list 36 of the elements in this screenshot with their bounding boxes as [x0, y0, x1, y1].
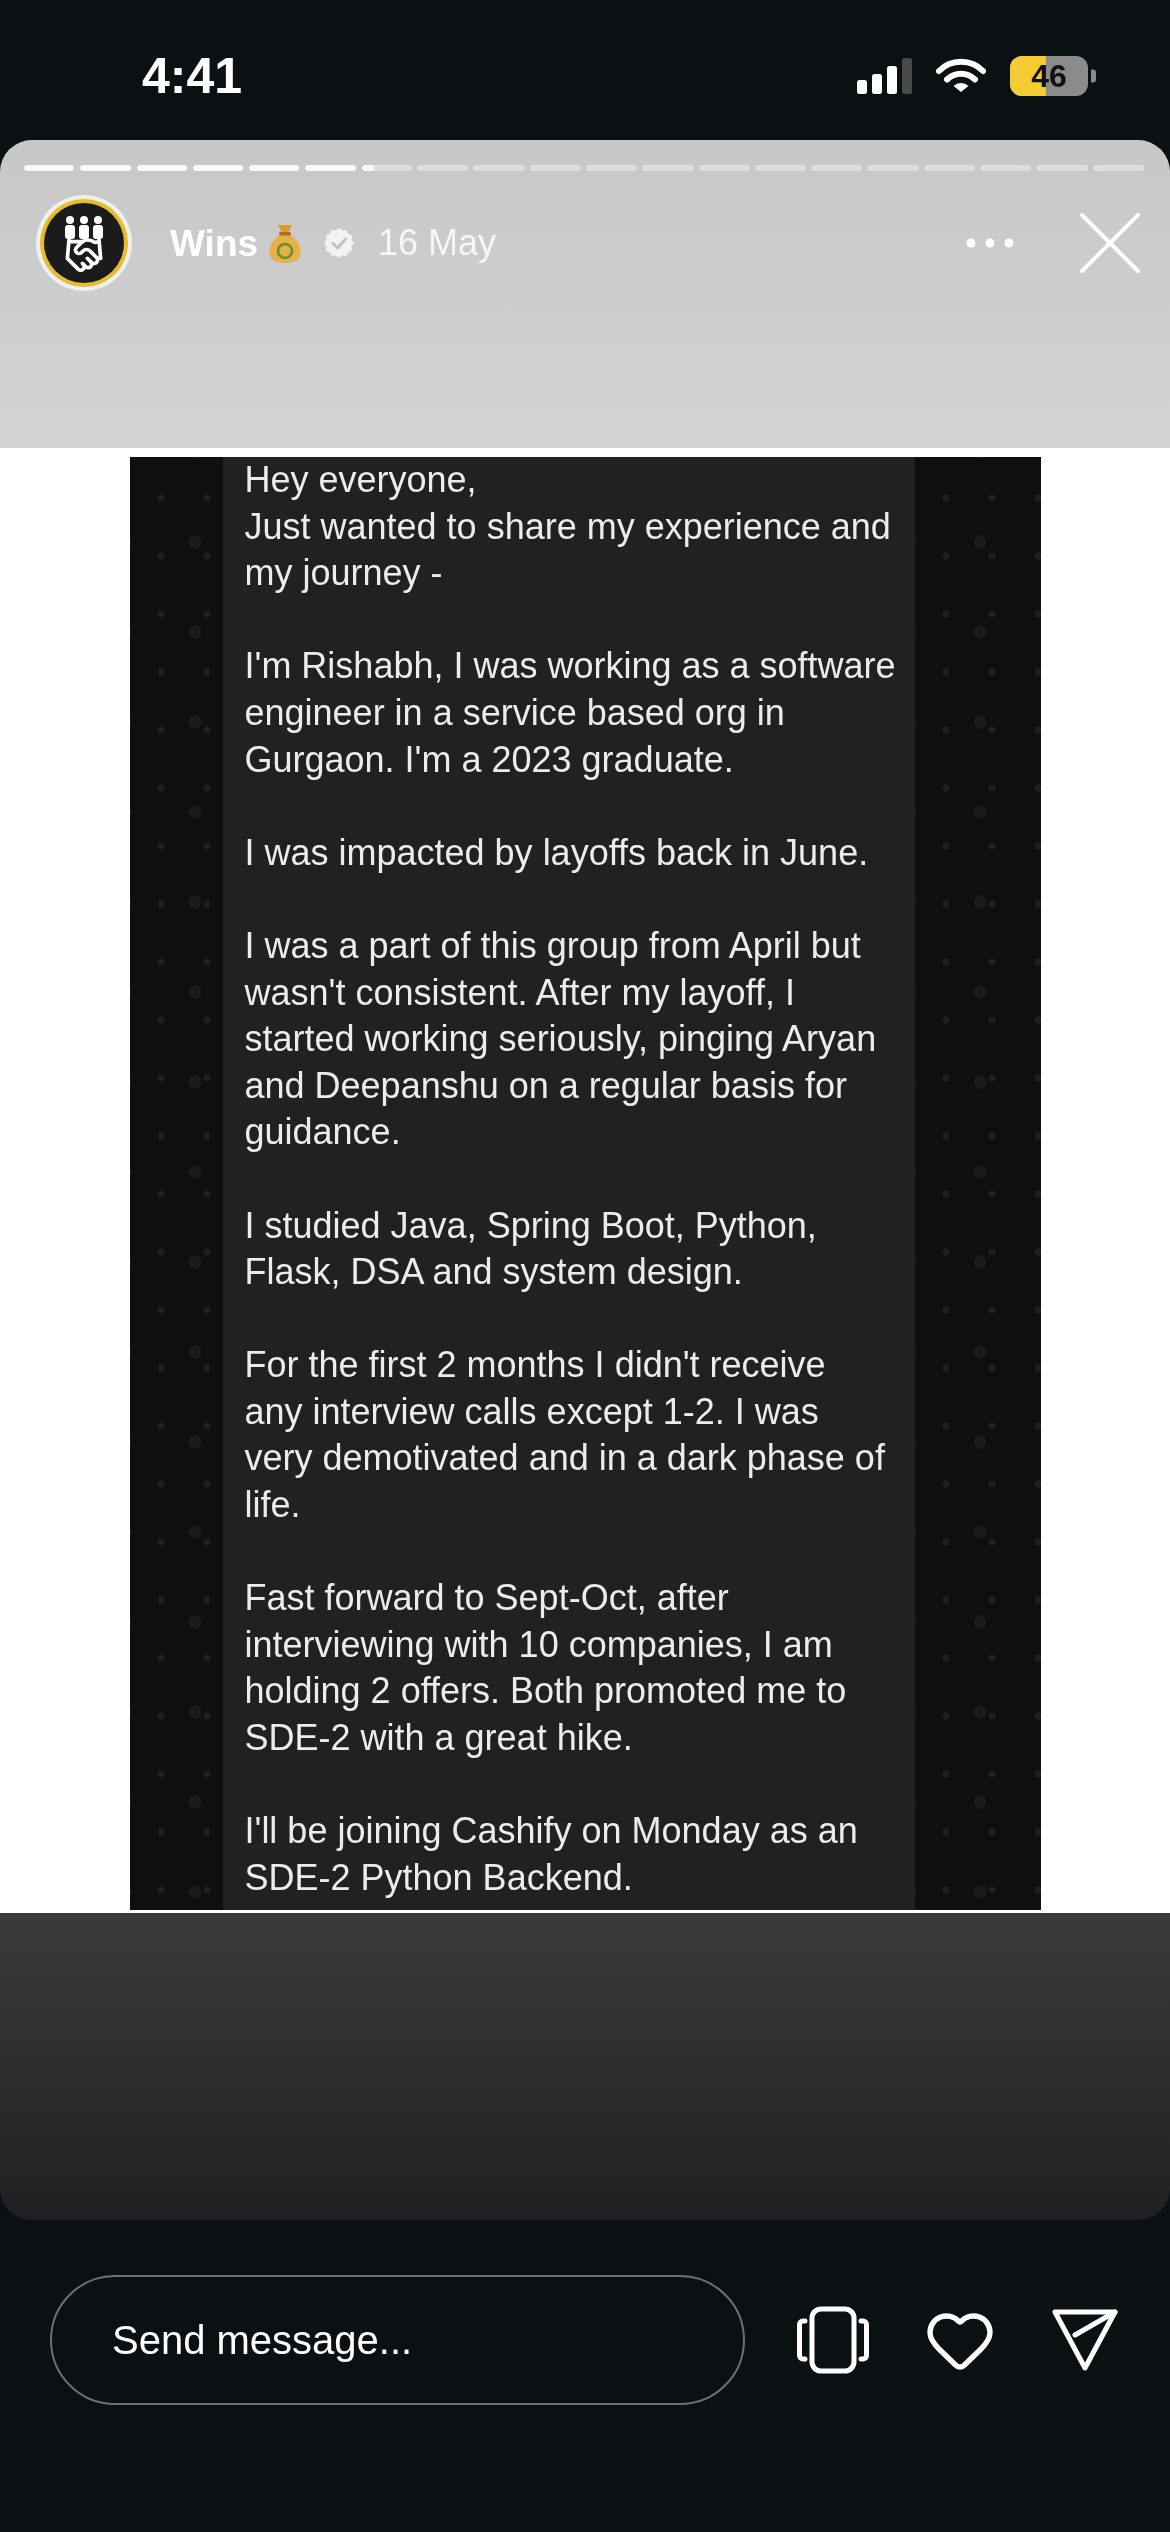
send-icon[interactable] [1051, 2308, 1119, 2372]
progress-track [474, 165, 525, 171]
progress-track [136, 165, 187, 171]
progress-track [924, 165, 976, 171]
progress-track [80, 165, 131, 171]
progress-track [643, 165, 694, 171]
message-paragraph: I was a part of this group from April but wasn't consistent. After my layoff, I started working seriously, pinging Aryan and Deepanshu on a regular basis for guidance. [244, 923, 877, 1155]
phone-frame-icon[interactable] [797, 2306, 869, 2374]
progress-track [586, 165, 638, 171]
message-paragraph: I was impacted by layoffs back in June. [244, 830, 869, 875]
message-paragraph: I studied Java, Spring Boot, Python, Flask, DSA and system design. [244, 1203, 817, 1295]
progress-track [418, 165, 469, 171]
progress-track [192, 165, 244, 171]
progress-track [24, 165, 75, 171]
progress-track [699, 165, 750, 171]
handshake-logo-icon[interactable] [36, 195, 132, 291]
message-input[interactable]: Send message... [50, 2275, 745, 2405]
wifi-icon [936, 58, 986, 94]
progress-track [1037, 165, 1088, 171]
message-paragraph: Hey everyone, Just wanted to share my experience and my journey - [244, 458, 891, 596]
progress-track [305, 165, 356, 171]
message-paragraph: I'm Rishabh, I was working as a software engineer in a service based org in Gurgaon. I'm a 2023 graduate. [244, 644, 896, 782]
signal-icon [857, 58, 912, 94]
progress-track [530, 165, 581, 171]
status-time: 4:41 [142, 51, 243, 101]
progress-track [1093, 165, 1144, 171]
progress-track [981, 165, 1032, 171]
progress-track [868, 165, 919, 171]
money-bag-icon [268, 223, 303, 263]
progress-track [361, 165, 413, 171]
message-paragraph: For the first 2 months I didn't receive any interview calls except 1-2. I was very demotivated and in a dark phase of life. [244, 1343, 885, 1528]
progress-track [812, 165, 863, 171]
message-paragraph: I'll be joining Cashify on Monday as an SDE-2 Python Backend. [244, 1809, 858, 1900]
message-paragraph: Fast forward to Sept-Oct, after interviewing with 10 companies, I am holding 2 offers. Both promoted me to SDE-2 with a great hike. [244, 1576, 847, 1761]
progress-track [249, 165, 300, 171]
progress-track [755, 165, 807, 171]
